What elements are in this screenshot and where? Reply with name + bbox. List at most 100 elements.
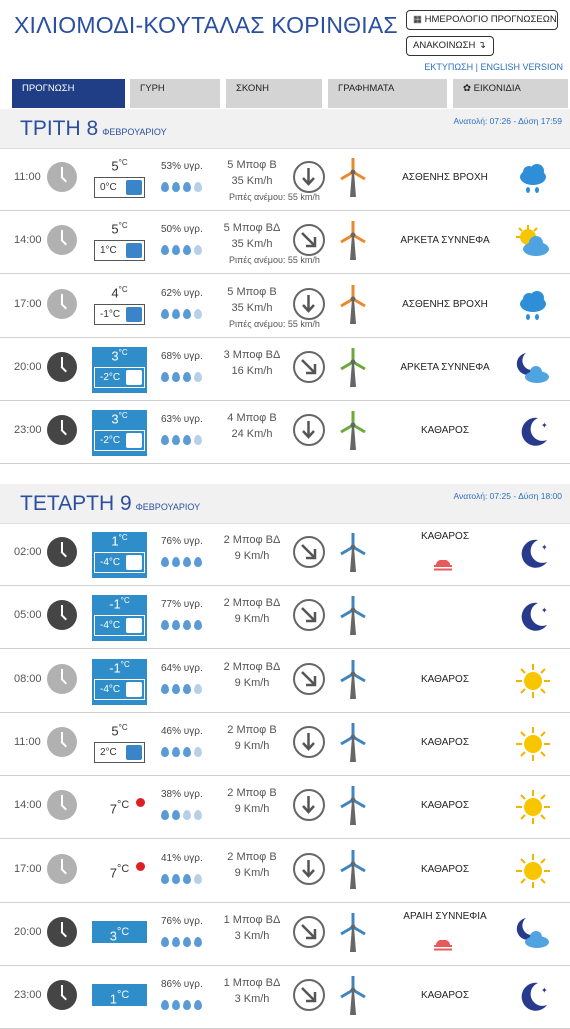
- drop-icon: [194, 620, 202, 630]
- wind-gust: Ριπές ανέμου: 55 km/h: [229, 192, 320, 202]
- day-name: ΤΕΤΑΡΤΗ 9: [20, 492, 132, 515]
- tab-dust[interactable]: ΣΚΟΝΗ: [226, 79, 322, 108]
- drop-icon: [194, 182, 202, 192]
- humidity-drops: [161, 369, 207, 382]
- arrow-down-icon: [302, 295, 315, 313]
- humidity-drops: [161, 554, 207, 567]
- temperature-unit: °C: [117, 799, 130, 811]
- day-clock-icon: [47, 790, 77, 820]
- forecast-row: 23:00 3°C -2°C 63% υγρ. 4 Μποφ Β 24 Km/h ΚΑΘΑΡ…: [0, 401, 570, 464]
- forecast-row: 20:00 3°C 76% υγρ. 1 Μποφ ΒΔ 3 Km/h ΑΡΑΙΗ ΣΥΝ…: [0, 903, 570, 966]
- drop-icon: [172, 684, 180, 694]
- drop-icon: [172, 1000, 180, 1010]
- temperature-unit: °C: [117, 863, 130, 875]
- humidity: 76% υγρ.: [161, 536, 203, 547]
- humidity-drops: [161, 306, 207, 319]
- weather-condition: ΑΣΘΕΝΗΣ ΒΡΟΧΗ: [402, 172, 488, 183]
- forecast-time: 23:00: [14, 424, 42, 436]
- weather-condition: ΑΡΑΙΗ ΣΥΝΝΕΦΙΑ: [403, 911, 487, 922]
- day-clock-icon: [47, 664, 77, 694]
- forecast-time: 02:00: [14, 546, 42, 558]
- wind-turbine-icon: [337, 594, 369, 636]
- forecast-row: 20:00 3°C -2°C 68% υγρ. 3 Μποφ ΒΔ 16 Km/h ΑΡΚΕ…: [0, 338, 570, 401]
- forecast-row: 11:00 5°C 2°C 46% υγρ. 2 Μποφ Β 9 Km/h ΚΑΘΑΡΟΣ: [0, 713, 570, 776]
- wind-turbine-icon: [337, 409, 369, 451]
- tab-icons[interactable]: ✿ ΕΙΚΟΝΙΔΙΑ: [453, 79, 568, 108]
- wind-direction: [293, 288, 325, 320]
- temperature-box: -1°C -4°C: [92, 659, 147, 705]
- english-version-link[interactable]: ENGLISH VERSION: [480, 62, 563, 72]
- humidity: 38% υγρ.: [161, 789, 203, 800]
- temperature-value: 3: [109, 928, 118, 944]
- day-month: ΦΕΒΡΟΥΑΡΙΟΥ: [102, 127, 167, 137]
- day-clock-icon: [47, 727, 77, 757]
- forecast-time: 20:00: [14, 361, 42, 373]
- humidity: 46% υγρ.: [161, 726, 203, 737]
- temperature-unit: °C: [118, 533, 128, 542]
- wind-beaufort: 5 Μποφ ΒΔ: [223, 222, 281, 234]
- drop-icon: [183, 620, 191, 630]
- temperature-value: 5: [111, 158, 119, 174]
- temperature: 1°C: [92, 533, 147, 548]
- wind-speed: 35 Km/h: [231, 175, 273, 187]
- wind-direction: [293, 224, 325, 256]
- tab-charts[interactable]: ΓΡΑΦΗΜΑΤΑ: [328, 79, 447, 108]
- drop-icon: [194, 874, 202, 884]
- feels-like: -4°C: [94, 552, 145, 573]
- wind-beaufort: 4 Μποφ Β: [227, 412, 277, 424]
- weather-condition: ΚΑΘΑΡΟΣ: [420, 674, 470, 685]
- forecast-calendar-button[interactable]: ▦ ΗΜΕΡΟΛΟΓΙΟ ΠΡΟΓΝΩΣΕΩΝ: [406, 10, 558, 30]
- wind: 1 Μποφ ΒΔ 3 Km/h: [214, 912, 290, 944]
- drop-icon: [183, 684, 191, 694]
- temperature-value: -1: [109, 660, 121, 676]
- humidity-drops: [161, 242, 207, 255]
- feels-like-value: -2°C: [100, 372, 121, 383]
- tab-forecast[interactable]: ΠΡΟΓΝΩΣΗ: [12, 79, 125, 108]
- drop-icon: [172, 810, 180, 820]
- temperature: 1°C: [92, 984, 147, 1006]
- sun-icon: [514, 788, 552, 826]
- clock-hand: [60, 303, 67, 310]
- wind-beaufort: 1 Μποφ ΒΔ: [223, 914, 281, 926]
- temperature-box: 4°C -1°C: [92, 284, 147, 330]
- wind-direction: [293, 161, 325, 193]
- humidity: 86% υγρ.: [161, 979, 203, 990]
- temperature-box: -1°C -4°C: [92, 595, 147, 641]
- people-icon: [126, 433, 142, 448]
- announcement-button[interactable]: ΑΝΑΚΟΙΝΩΣΗ ↴: [406, 36, 494, 56]
- humidity: 68% υγρ.: [161, 351, 203, 362]
- wind-turbine-icon: [337, 219, 369, 261]
- wind-beaufort: 3 Μποφ ΒΔ: [223, 349, 281, 361]
- temperature: 5°C: [92, 158, 147, 173]
- print-link[interactable]: ΕΚΤΥΠΩΣΗ: [424, 62, 473, 72]
- temperature-unit: °C: [118, 348, 128, 357]
- fog-icon: [432, 559, 454, 571]
- night-clock-icon: [47, 415, 77, 445]
- moon-cloud-icon: [514, 915, 552, 953]
- wind-direction: [293, 536, 325, 568]
- wind-beaufort: 2 Μποφ Β: [227, 724, 277, 736]
- wind-speed: 9 Km/h: [234, 613, 270, 625]
- night-clock-icon: [47, 980, 77, 1010]
- humidity-drops: [161, 681, 207, 694]
- arrow-down-right-icon: [301, 544, 317, 560]
- wind-turbine-icon: [337, 531, 369, 573]
- drop-icon: [183, 245, 191, 255]
- wind-beaufort: 2 Μποφ Β: [227, 787, 277, 799]
- weather-condition: ΚΑΘΑΡΟΣ: [420, 425, 470, 436]
- sun-icon: [514, 852, 552, 890]
- arrow-down-right-icon: [301, 671, 317, 687]
- day-header: ΤΡΙΤΗ 8 ΦΕΒΡΟΥΑΡΙΟΥ Ανατολή: 07:26 - Δύση …: [0, 109, 570, 149]
- forecast-time: 05:00: [14, 609, 42, 621]
- wind-speed: 24 Km/h: [231, 428, 273, 440]
- tab-pollen[interactable]: ΓΥΡΗ: [130, 79, 220, 108]
- drop-icon: [161, 620, 169, 630]
- wind-turbine-icon: [337, 283, 369, 325]
- forecast-row: 08:00 -1°C -4°C 64% υγρ. 2 Μποφ ΒΔ 9 Km/h ΚΑΘΑ…: [0, 650, 570, 713]
- wind-turbine-icon: [337, 784, 369, 826]
- wind-beaufort: 2 Μποφ ΒΔ: [223, 597, 281, 609]
- drop-icon: [194, 557, 202, 567]
- feels-like-value: -4°C: [100, 557, 121, 568]
- feels-like-value: -4°C: [100, 684, 121, 695]
- drop-icon: [161, 810, 169, 820]
